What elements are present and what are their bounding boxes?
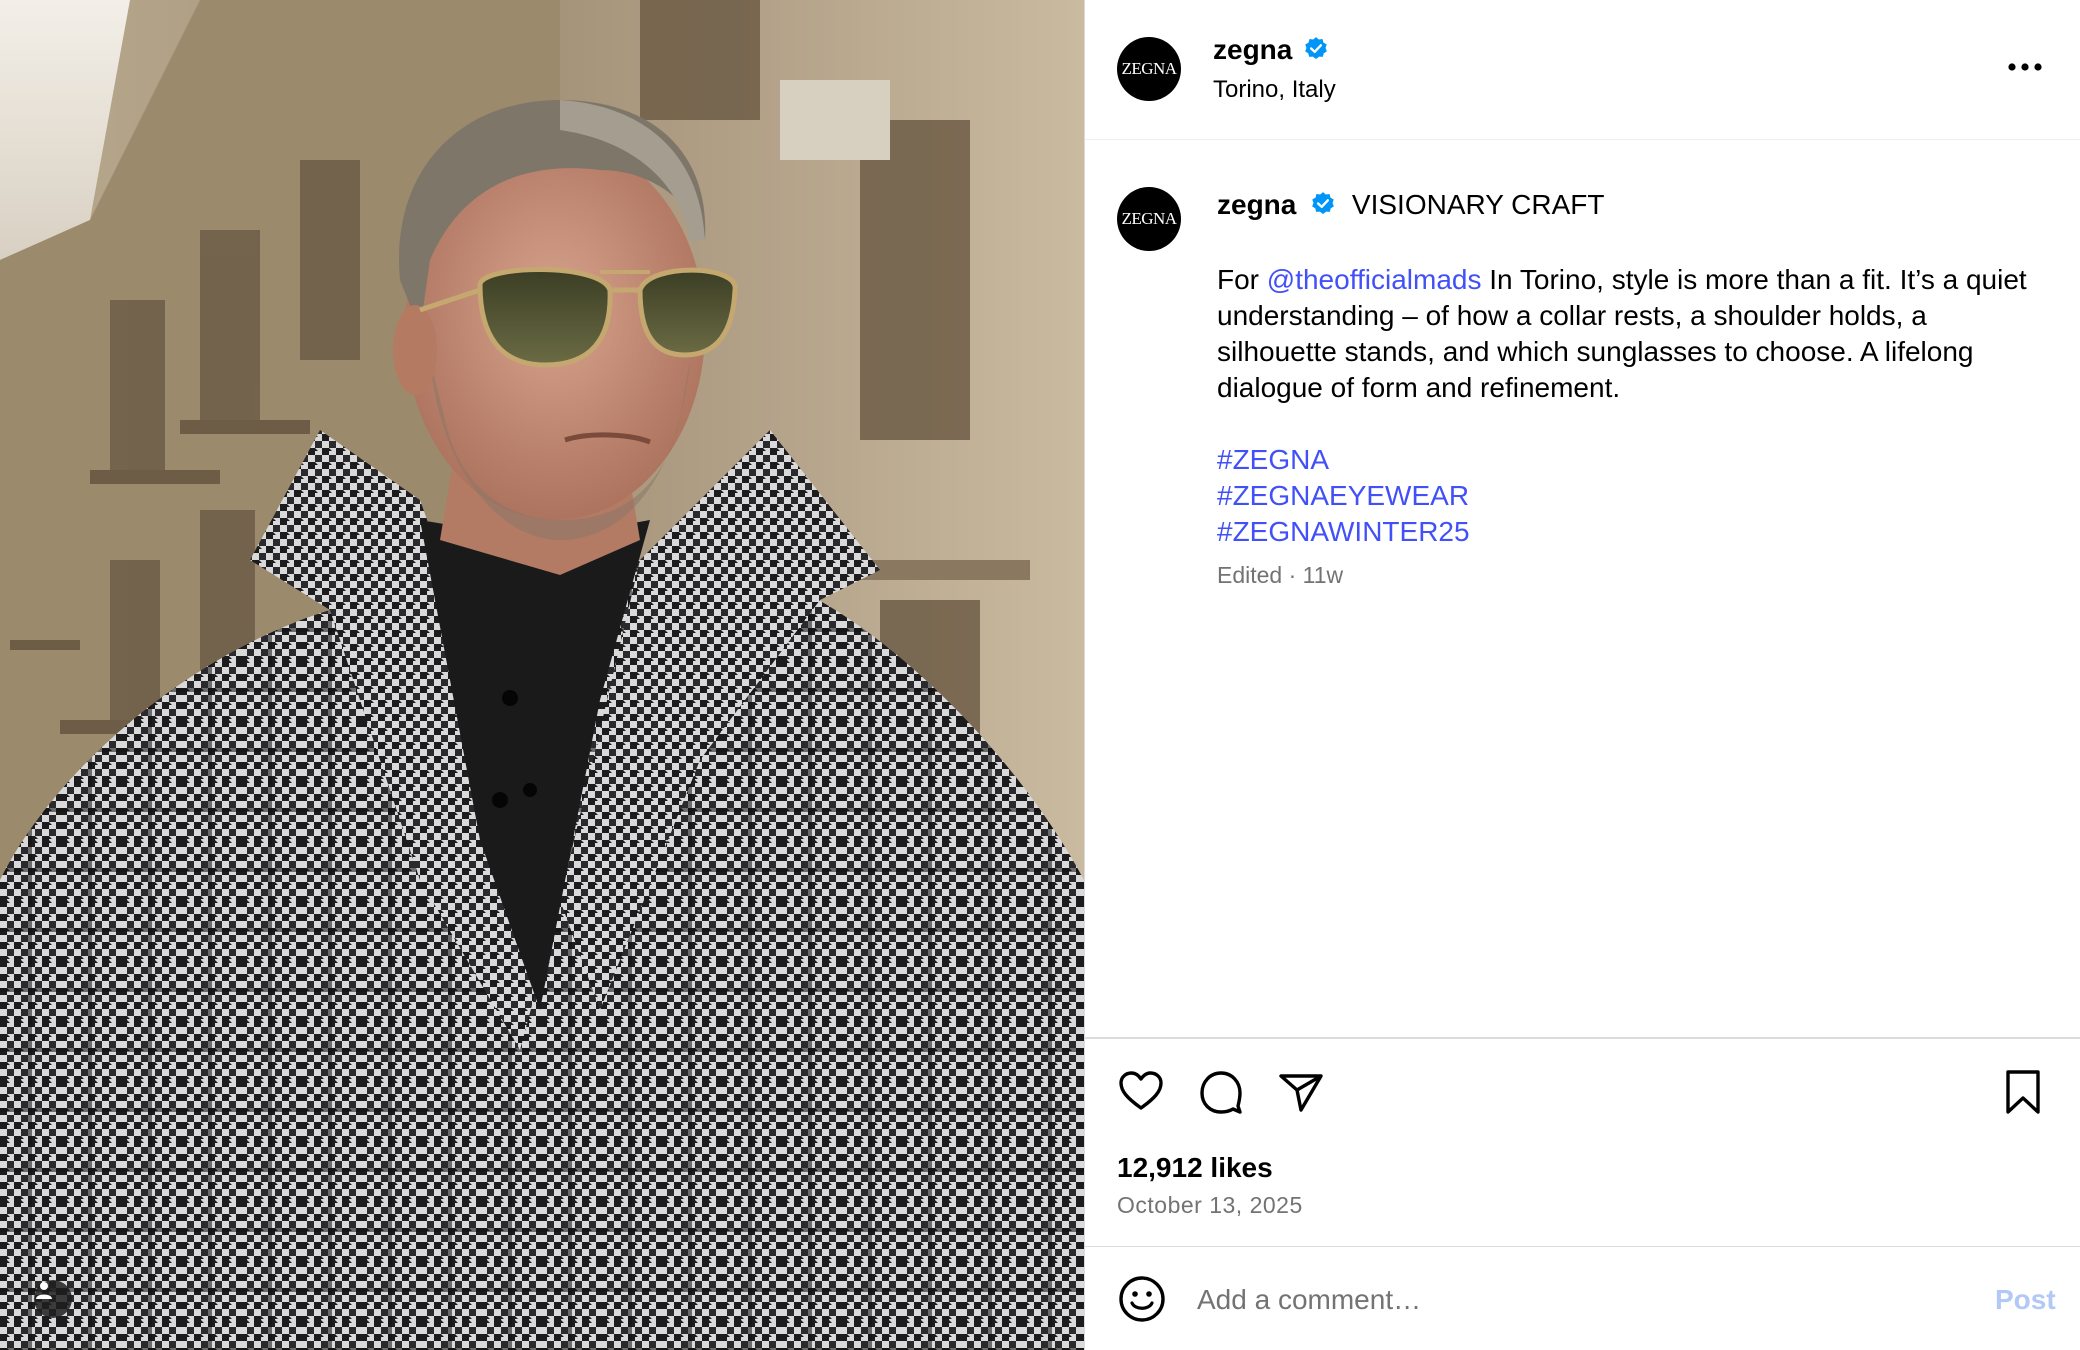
mention-link[interactable]: @theofficialmads: [1267, 264, 1482, 295]
hashtag-link[interactable]: #ZEGNA: [1217, 442, 1470, 478]
share-icon: [1279, 1074, 1323, 1112]
post-location[interactable]: Torino, Italy: [1213, 76, 1336, 104]
caption-text: For @theofficialmads In Torino, style is…: [1217, 262, 2047, 406]
verified-badge-icon: [1304, 37, 1327, 59]
heart-icon: [1119, 1071, 1163, 1110]
author-name-row: zegna: [1213, 34, 1329, 66]
post-header: ZEGNA zegna Torino, Italy: [1085, 0, 2080, 140]
hashtag-link[interactable]: #ZEGNAWINTER25: [1217, 514, 1470, 550]
comment-icon: [1200, 1071, 1242, 1114]
avatar-logo-text: ZEGNA: [1121, 209, 1177, 228]
verified-badge-icon: [1312, 192, 1334, 214]
emoji-button[interactable]: [1117, 1274, 1167, 1324]
caption-text-prefix: For: [1217, 264, 1267, 295]
bookmark-icon: [2006, 1070, 2040, 1114]
post-photo[interactable]: [0, 0, 1084, 1350]
photo-illustration: [0, 0, 1084, 1350]
instagram-post: ZEGNA zegna Torino, Italy ZEGNA zegna VI…: [0, 0, 2080, 1350]
avatar-logo-text: ZEGNA: [1121, 59, 1177, 78]
person-icon: [36, 1282, 52, 1299]
comment-button[interactable]: [1197, 1068, 1245, 1116]
post-details-panel: ZEGNA zegna Torino, Italy ZEGNA zegna VI…: [1084, 0, 2080, 1350]
caption-author-avatar[interactable]: ZEGNA: [1117, 187, 1181, 251]
save-button[interactable]: [1999, 1068, 2047, 1116]
emoji-icon: [1119, 1276, 1165, 1322]
caption-heading: zegna VISIONARY CRAFT: [1217, 187, 2047, 223]
divider: [1085, 1037, 2080, 1039]
likes-count[interactable]: 12,912 likes: [1117, 1152, 1273, 1184]
caption-author-username[interactable]: zegna: [1217, 189, 1296, 220]
author-username[interactable]: zegna: [1213, 34, 1292, 65]
author-avatar[interactable]: ZEGNA: [1117, 37, 1181, 101]
hashtag-list: #ZEGNA #ZEGNAEYEWEAR #ZEGNAWINTER25: [1217, 442, 1470, 550]
tagged-users-button[interactable]: [34, 1280, 72, 1318]
share-button[interactable]: [1277, 1068, 1325, 1116]
post-date: October 13, 2025: [1117, 1192, 1303, 1218]
comment-input[interactable]: [1197, 1280, 1897, 1320]
divider: [1085, 1246, 2080, 1247]
like-button[interactable]: [1117, 1068, 1165, 1116]
caption-title: VISIONARY CRAFT: [1351, 189, 1605, 220]
post-comment-button[interactable]: Post: [1995, 1284, 2056, 1316]
more-options-icon: [2008, 63, 2042, 71]
more-options-button[interactable]: [2005, 52, 2045, 82]
hashtag-link[interactable]: #ZEGNAEYEWEAR: [1217, 478, 1470, 514]
caption-meta: Edited · 11w: [1217, 562, 1344, 588]
